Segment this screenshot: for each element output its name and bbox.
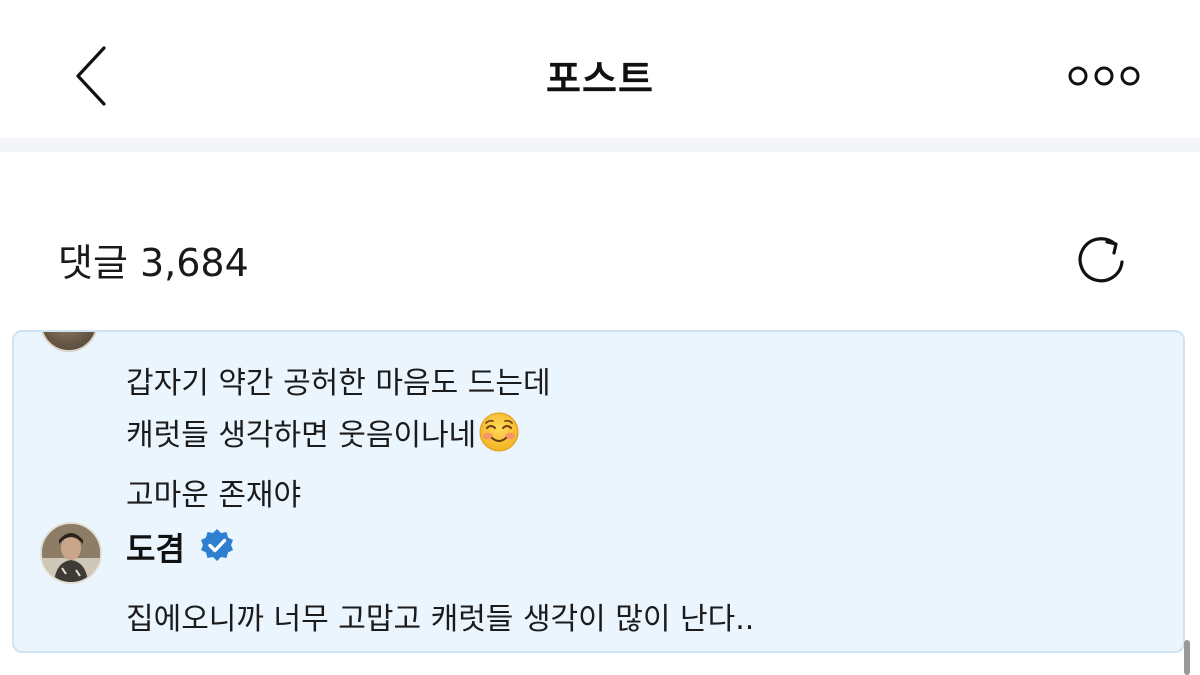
comment-line: 고마운 존재야 [126, 478, 302, 513]
comment-thread-card[interactable]: 갑자기 약간 공허한 마음도 드는데 캐럿들 생각하면 웃음이나네 고마운 존재… [12, 330, 1185, 653]
more-options-button[interactable] [1064, 58, 1144, 94]
reply-text: 집에오니까 너무 고맙고 캐럿들 생각이 많이 난다.. [126, 602, 755, 637]
comment-line: 갑자기 약간 공허한 마음도 드는데 [126, 366, 551, 401]
top-app-bar: 포스트 [0, 0, 1200, 138]
page-title: 포스트 [546, 57, 654, 101]
previous-comment-text: 갑자기 약간 공허한 마음도 드는데 캐럿들 생각하면 웃음이나네 고마운 존재… [126, 358, 551, 522]
ellipsis-circles-icon [1068, 66, 1140, 86]
section-divider [0, 138, 1200, 152]
avatar[interactable] [40, 332, 98, 352]
author-name[interactable]: 도겸 [126, 524, 185, 570]
refresh-icon [1078, 237, 1124, 283]
verified-badge-icon [201, 529, 233, 561]
smiling-face-icon [478, 411, 520, 470]
comments-count: 댓글 3,684 [58, 241, 249, 285]
refresh-button[interactable] [1074, 232, 1136, 288]
author-avatar[interactable] [40, 522, 102, 584]
comment-line: 캐럿들 생각하면 웃음이나네 [126, 418, 477, 453]
scrollbar[interactable] [1184, 640, 1190, 675]
comment-line-with-emoji: 캐럿들 생각하면 웃음이나네 [126, 410, 551, 470]
